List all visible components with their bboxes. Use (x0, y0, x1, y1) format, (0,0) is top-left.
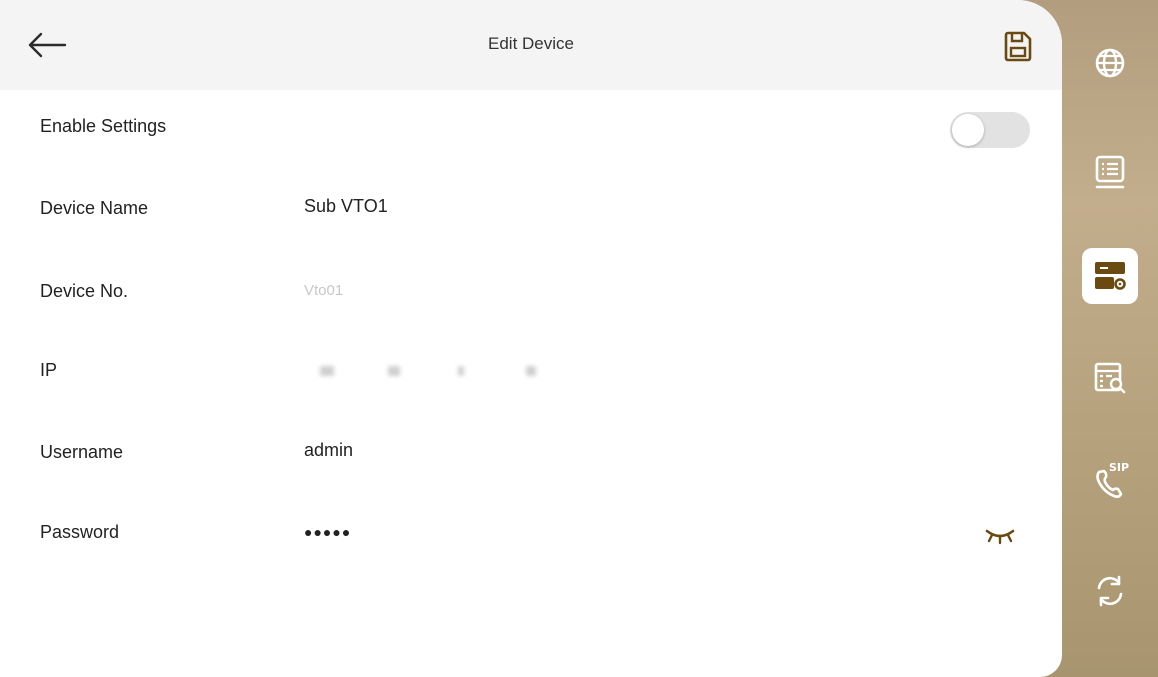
eye-closed-icon (985, 529, 1015, 545)
device-name-field[interactable]: Sub VTO1 (304, 196, 388, 217)
username-label: Username (40, 442, 124, 462)
ip-octet-3 (458, 366, 464, 376)
enable-settings-toggle[interactable] (950, 112, 1030, 148)
username-field[interactable]: admin (304, 440, 353, 461)
sidebar-item-device-settings[interactable] (1082, 248, 1138, 304)
sidebar-item-list[interactable] (1082, 145, 1138, 201)
password-row: Password ●●●●● (0, 514, 1062, 554)
device-no-field: Vto01 (304, 282, 344, 299)
ip-label: IP (40, 360, 58, 380)
list-icon (1095, 155, 1125, 189)
sidebar-item-refresh[interactable] (1082, 563, 1138, 619)
device-no-row: Device No. Vto01 (0, 273, 1062, 313)
password-field[interactable]: ●●●●● (304, 524, 351, 540)
ip-octet-2 (388, 366, 400, 376)
search-list-icon (1094, 362, 1126, 394)
ip-octet-4 (526, 366, 536, 376)
sidebar-item-network[interactable] (1082, 35, 1138, 91)
page-title: Edit Device (488, 34, 574, 53)
device-name-row: Device Name Sub VTO1 (0, 190, 1062, 230)
ip-field[interactable] (304, 354, 564, 390)
password-label: Password (40, 522, 120, 542)
sidebar-item-search-list[interactable] (1082, 350, 1138, 406)
device-settings-icon (1095, 262, 1126, 290)
sidebar-item-sip[interactable]: SIP (1082, 452, 1138, 508)
screen: Edit Device Enable Settings Device Name … (0, 0, 1158, 677)
username-row: Username admin (0, 434, 1062, 474)
save-icon (1004, 31, 1032, 62)
show-password-button[interactable] (980, 520, 1020, 550)
header-bar: Edit Device (0, 0, 1062, 90)
save-button[interactable] (1000, 26, 1036, 66)
edit-device-panel: Edit Device Enable Settings Device Name … (0, 0, 1062, 677)
device-no-label: Device No. (40, 281, 129, 301)
globe-icon (1095, 48, 1125, 78)
enable-settings-row: Enable Settings (0, 108, 1062, 148)
device-name-label: Device Name (40, 198, 149, 218)
refresh-icon (1097, 575, 1123, 607)
toggle-knob (952, 114, 984, 146)
sip-label: SIP (1109, 461, 1129, 474)
enable-settings-label: Enable Settings (40, 116, 167, 136)
ip-row: IP (0, 352, 1062, 392)
sip-phone-icon: SIP (1096, 461, 1129, 498)
ip-octet-1 (320, 366, 334, 376)
